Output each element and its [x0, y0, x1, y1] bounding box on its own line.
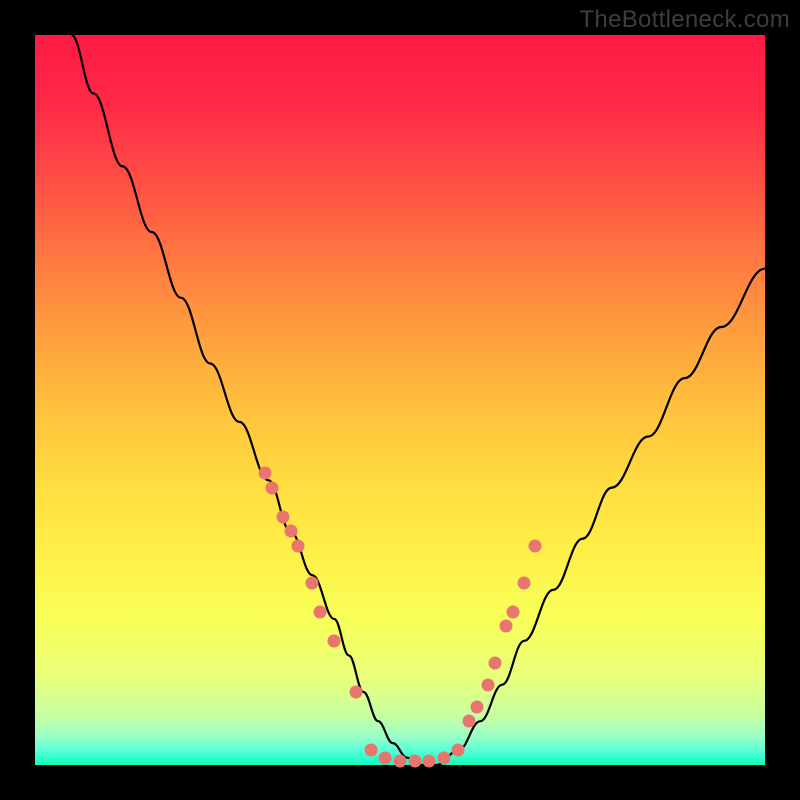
- watermark-text: TheBottleneck.com: [579, 6, 790, 34]
- chart-plot-area: [35, 35, 765, 765]
